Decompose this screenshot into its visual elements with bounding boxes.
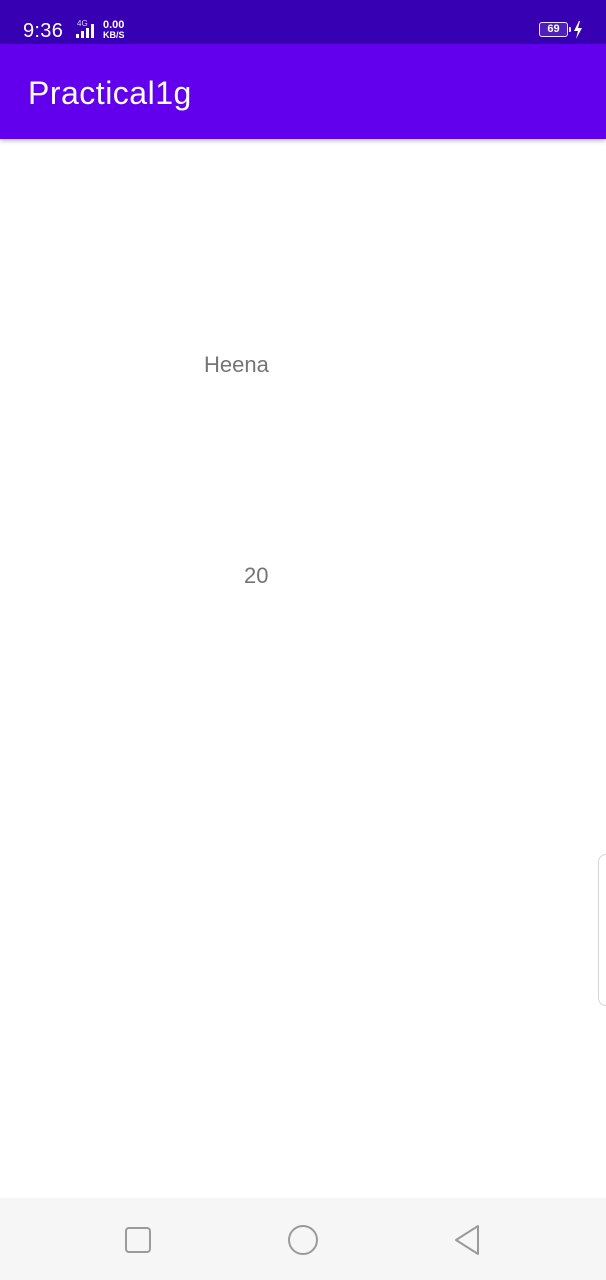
edge-panel-handle[interactable] bbox=[598, 854, 606, 1006]
app-bar: Practical1g bbox=[0, 44, 606, 139]
recents-icon[interactable] bbox=[118, 1220, 158, 1260]
app-screen: 9:36 4G 0.00 KB/S 69 Practical1g Heena 2… bbox=[0, 0, 606, 1280]
signal-icon bbox=[76, 24, 94, 38]
status-time: 9:36 bbox=[23, 20, 64, 42]
network-speed-unit: KB/S bbox=[103, 30, 125, 40]
charging-icon bbox=[574, 21, 582, 39]
name-text: Heena bbox=[204, 352, 269, 377]
battery-level: 69 bbox=[547, 23, 560, 35]
battery-icon: 69 bbox=[539, 22, 571, 37]
app-title: Practical1g bbox=[28, 75, 192, 111]
navigation-bar bbox=[0, 1198, 606, 1280]
network-speed: 0.00 KB/S bbox=[103, 20, 125, 41]
back-icon[interactable] bbox=[448, 1220, 488, 1260]
status-bar: 9:36 4G 0.00 KB/S 69 bbox=[0, 0, 606, 44]
age-text: 20 bbox=[244, 563, 269, 588]
home-icon[interactable] bbox=[283, 1220, 323, 1260]
